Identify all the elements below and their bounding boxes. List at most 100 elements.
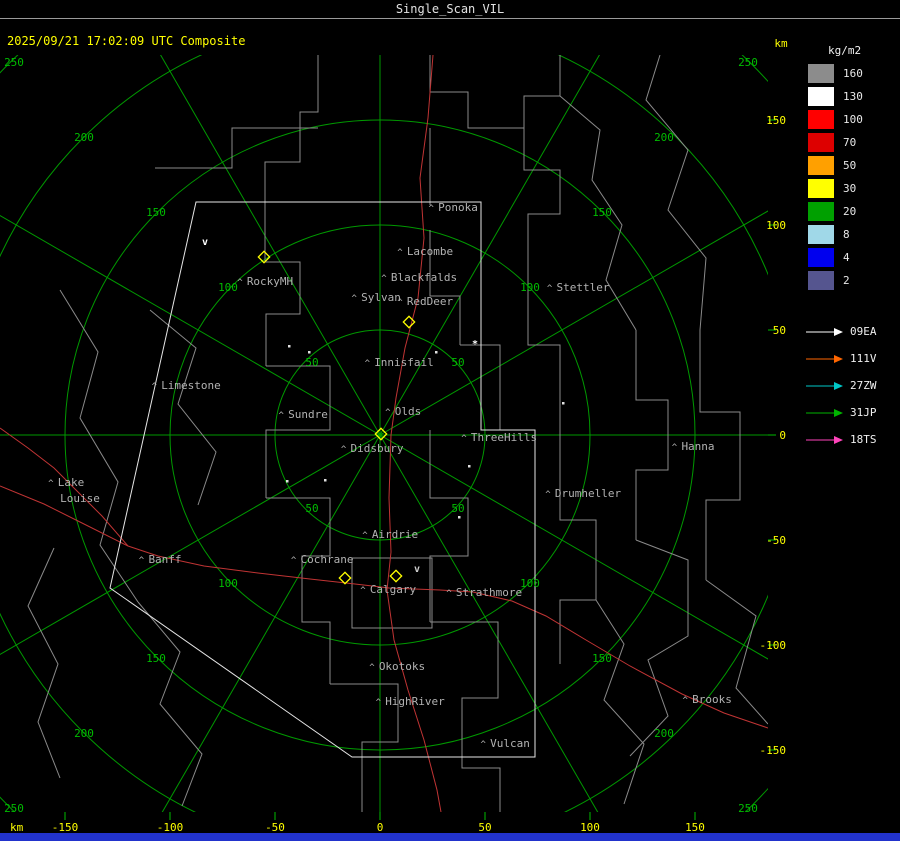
arrow-head — [834, 327, 843, 336]
county-boundary-line — [429, 128, 461, 345]
radar-arrow-icon — [806, 354, 843, 363]
city-label: Vulcan — [490, 737, 530, 750]
radar-site-legend-item: 27ZW — [804, 372, 877, 399]
arrow-head — [834, 381, 843, 390]
radar-arrow-icon — [806, 435, 843, 444]
town-caret-icon: ^ — [480, 740, 486, 750]
ring-distance-label: 100 — [520, 281, 540, 294]
level-value: 4 — [843, 251, 850, 264]
town-caret-icon: ^ — [397, 248, 403, 258]
ring-distance-label: 150 — [146, 652, 166, 665]
town-caret-icon: ^ — [397, 298, 403, 308]
county-boundary-line — [523, 128, 561, 260]
county-boundary-line — [266, 497, 331, 684]
city-label: Okotoks — [379, 660, 425, 673]
city-label: Olds — [395, 405, 422, 418]
range-rings-layer — [0, 55, 768, 812]
county-boundary-line — [59, 289, 139, 603]
colorbar-level: 8 — [808, 225, 863, 244]
town-caret-icon: ^ — [446, 589, 452, 599]
city-label: Cochrane — [301, 553, 354, 566]
colorbar-level: 70 — [808, 133, 863, 152]
town-caret-icon: ^ — [369, 663, 375, 673]
radial-line — [160, 55, 599, 812]
city-label: Strathmore — [456, 586, 522, 599]
ring-distance-label: 200 — [654, 131, 674, 144]
radar-site-diamond-icon — [389, 569, 403, 583]
range-ring — [0, 55, 768, 812]
ring-distance-label: 250 — [738, 56, 758, 69]
county-boundary-line — [429, 55, 561, 129]
radial-line — [0, 210, 768, 655]
ring-distance-label: 200 — [654, 727, 674, 740]
colorbar-level: 30 — [808, 179, 863, 198]
county-boundary-line — [27, 547, 61, 779]
city-label: Innisfail — [374, 356, 434, 369]
town-caret-icon: ^ — [545, 490, 551, 500]
y-axis-tick-label: -50 — [766, 534, 786, 547]
y-axis-unit-label: km — [774, 37, 788, 50]
radar-arrow-icon — [806, 381, 843, 390]
colorbar-levels: 160 130 100 70 50 30 20 8 4 2 — [808, 64, 863, 294]
colorbar-level: 160 — [808, 64, 863, 83]
city-label: Sundre — [288, 408, 328, 421]
radar-map[interactable]: 50 50 50 50 100 100 100 100 150 150 150 150 200 200 20… — [0, 0, 800, 841]
level-value: 160 — [843, 67, 863, 80]
radar-site-id: 31JP — [850, 406, 877, 419]
arrow-head — [834, 435, 843, 444]
city-label: RockyMH — [247, 275, 293, 288]
city-label: Banff — [148, 553, 181, 566]
city-label: HighRiver — [385, 695, 445, 708]
y-axis-tick-label: 50 — [773, 324, 786, 337]
range-ring — [0, 55, 768, 812]
level-value: 30 — [843, 182, 857, 195]
town-caret-icon: ^ — [237, 278, 243, 288]
glyph-marker: v — [414, 564, 420, 575]
ring-distance-label: 200 — [74, 727, 94, 740]
radar-site-id: 111V — [850, 352, 877, 365]
county-boundary-line — [460, 344, 528, 431]
town-caret-icon: ^ — [139, 556, 145, 566]
radar-site-id: 27ZW — [850, 379, 877, 392]
ring-distance-label: 50 — [451, 502, 464, 515]
ring-distance-label: 50 — [305, 356, 318, 369]
radar-site-legend-item: 09EA — [804, 318, 877, 345]
city-label: RedDeer — [407, 295, 454, 308]
radar-site-legend-item: 31JP — [804, 399, 877, 426]
colorbar-level: 2 — [808, 271, 863, 290]
level-value: 8 — [843, 228, 850, 241]
radar-site-id: 09EA — [850, 325, 877, 338]
county-boundary-line — [595, 599, 645, 805]
town-caret-icon: ^ — [341, 445, 347, 455]
ring-distance-label: 100 — [218, 281, 238, 294]
glyph-marker: * — [472, 339, 478, 350]
town-caret-icon: ^ — [672, 443, 678, 453]
town-caret-icon: ^ — [351, 294, 357, 304]
radar-site-legend-item: 18TS — [804, 426, 877, 453]
level-value: 20 — [843, 205, 857, 218]
point-marker — [458, 516, 461, 519]
city-label: Lacombe — [407, 245, 453, 258]
ring-distance-label: 200 — [74, 131, 94, 144]
point-marker — [288, 345, 291, 348]
arrow-head — [834, 408, 843, 417]
arrow-head — [834, 354, 843, 363]
town-caret-icon: ^ — [278, 411, 284, 421]
ring-distance-label: 50 — [451, 356, 464, 369]
color-swatch — [808, 133, 834, 152]
city-label: Calgary — [370, 583, 417, 596]
ring-distance-label: 150 — [592, 652, 612, 665]
county-boundary-line — [264, 55, 319, 205]
color-swatch — [808, 179, 834, 198]
town-caret-icon: ^ — [362, 531, 368, 541]
y-axis-tick-label: -150 — [760, 744, 787, 757]
bottom-blue-bar — [0, 833, 900, 841]
colorbar-level: 100 — [808, 110, 863, 129]
radial-line — [0, 215, 768, 660]
city-label: Ponoka — [438, 201, 478, 214]
color-swatch — [808, 110, 834, 129]
county-boundary-line — [629, 539, 689, 757]
city-label: Blackfalds — [391, 271, 457, 284]
colorbar-level: 130 — [808, 87, 863, 106]
city-label: Limestone — [161, 379, 221, 392]
